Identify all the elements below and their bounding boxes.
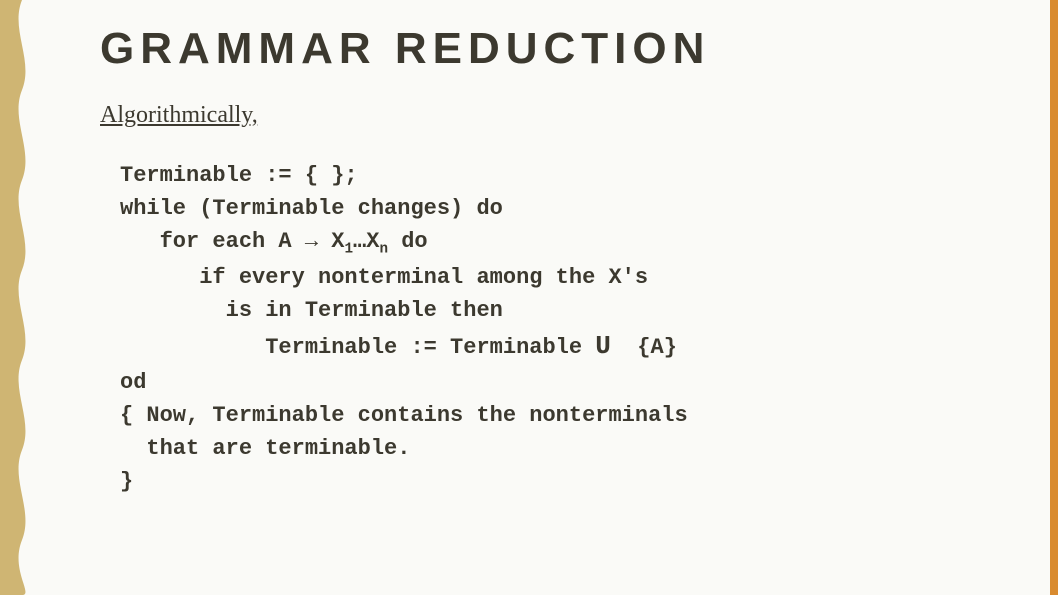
slide-subhead: Algorithmically, [100,102,1018,129]
code-line: } [120,469,133,494]
left-scalloped-border [0,0,36,595]
subscript-n: n [379,241,388,257]
union-symbol: U [595,331,611,361]
algorithm-code-block: Terminable := { }; while (Terminable cha… [120,159,1018,498]
code-line: {A} [611,335,677,360]
code-line: { Now, Terminable contains the nontermin… [120,403,688,428]
code-line: do [388,229,428,254]
code-line: for each A → X [120,229,344,254]
subscript-1: 1 [344,241,353,257]
code-line: Terminable := { }; [120,163,358,188]
slide-title: GRAMMAR REDUCTION [100,24,1018,74]
code-line: if every nonterminal among the X's [120,265,648,290]
code-line: that are terminable. [120,436,410,461]
slide-content: GRAMMAR REDUCTION Algorithmically, Termi… [100,24,1018,498]
code-line: …X [353,229,379,254]
code-line: while (Terminable changes) do [120,196,503,221]
code-line: is in Terminable then [120,298,503,323]
wave-svg [0,0,36,595]
code-line: Terminable := Terminable [120,335,595,360]
right-accent-bar [1050,0,1058,595]
code-line: od [120,370,146,395]
